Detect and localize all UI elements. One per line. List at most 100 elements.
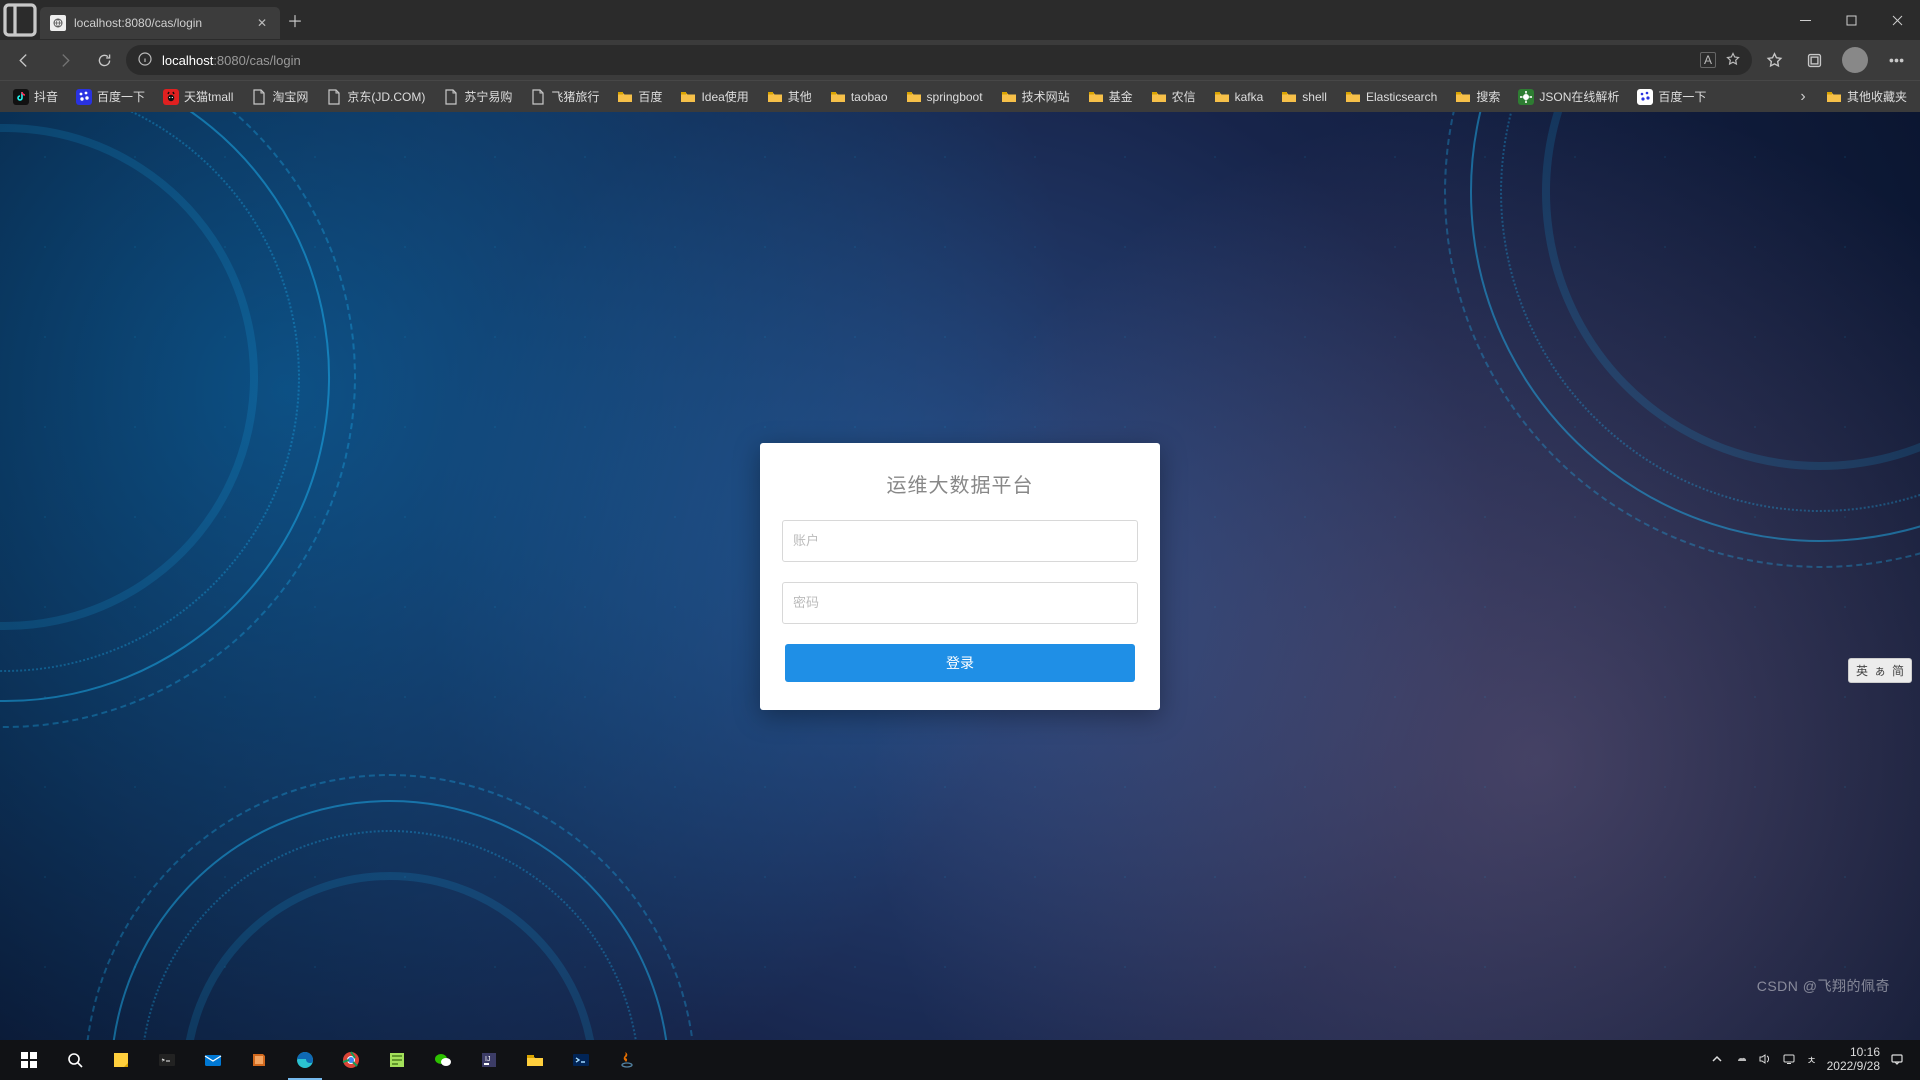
bookmark-item[interactable]: 飞猪旅行	[523, 84, 606, 109]
task-terminal[interactable]	[144, 1040, 190, 1080]
browser-toolbar: localhost:8080/cas/login A	[0, 40, 1920, 80]
window-minimize-button[interactable]	[1782, 0, 1828, 40]
new-tab-button[interactable]: ＋	[280, 5, 310, 35]
tray-chevron-icon[interactable]	[1710, 1052, 1724, 1069]
bookmark-item[interactable]: 技术网站	[994, 84, 1077, 109]
task-sticky-notes[interactable]	[98, 1040, 144, 1080]
bookmark-label: Elasticsearch	[1366, 90, 1437, 104]
bookmark-item[interactable]: kafka	[1207, 85, 1271, 109]
bookmark-item[interactable]: springboot	[899, 85, 990, 109]
bookmark-item[interactable]: 淘宝网	[244, 84, 315, 109]
favorites-button[interactable]	[1756, 44, 1792, 76]
task-notepadpp[interactable]	[374, 1040, 420, 1080]
folder-icon	[617, 89, 633, 105]
bookmark-overflow[interactable]: 其他收藏夹	[1819, 84, 1914, 109]
ime-mode-icon: ぁ	[1874, 662, 1886, 679]
window-close-button[interactable]	[1874, 0, 1920, 40]
bookmark-label: 技术网站	[1022, 88, 1070, 105]
tray-network-icon[interactable]	[1782, 1052, 1796, 1069]
bookmark-label: taobao	[851, 90, 888, 104]
task-book[interactable]	[236, 1040, 282, 1080]
bookmark-label: 搜索	[1476, 88, 1500, 105]
folder-icon	[680, 89, 696, 105]
bookmark-item[interactable]: Idea使用	[673, 84, 755, 109]
bookmark-label: Idea使用	[701, 88, 748, 105]
site-info-icon[interactable]	[138, 52, 152, 69]
read-aloud-icon[interactable]: A	[1700, 52, 1716, 68]
task-powershell[interactable]	[558, 1040, 604, 1080]
tray-clock[interactable]: 10:16 2022/9/28	[1827, 1046, 1880, 1074]
task-chrome[interactable]	[328, 1040, 374, 1080]
window-maximize-button[interactable]	[1828, 0, 1874, 40]
bookmark-label: 抖音	[34, 88, 58, 105]
favorite-star-icon[interactable]	[1726, 52, 1740, 69]
task-mail[interactable]	[190, 1040, 236, 1080]
start-button[interactable]	[6, 1040, 52, 1080]
bookmark-label: 飞猪旅行	[551, 88, 599, 105]
bookmark-item[interactable]: 百度一下	[1630, 84, 1713, 109]
system-tray[interactable]: ㅊ 10:16 2022/9/28	[1710, 1046, 1914, 1074]
search-button[interactable]	[52, 1040, 98, 1080]
folder-icon	[830, 89, 846, 105]
site-icon	[76, 89, 92, 105]
bookmark-label: 百度	[638, 88, 662, 105]
folder-icon	[906, 89, 922, 105]
ime-indicator[interactable]: 英 ぁ 简	[1848, 658, 1912, 683]
bookmark-item[interactable]: Elasticsearch	[1338, 85, 1444, 109]
windows-taskbar: IJ ㅊ 10:16 2022/9/28	[0, 1040, 1920, 1080]
tray-notifications-icon[interactable]	[1890, 1052, 1904, 1069]
password-input[interactable]	[782, 582, 1138, 624]
bookmark-label: 京东(JD.COM)	[347, 88, 425, 105]
task-wechat[interactable]	[420, 1040, 466, 1080]
task-edge[interactable]	[282, 1040, 328, 1080]
bookmark-item[interactable]: 其他	[760, 84, 819, 109]
tab-close-button[interactable]: ✕	[254, 16, 270, 30]
bookmark-item[interactable]: 天猫tmall	[156, 84, 240, 109]
bookmark-item[interactable]: 苏宁易购	[436, 84, 519, 109]
task-java[interactable]	[604, 1040, 650, 1080]
profile-avatar[interactable]	[1842, 47, 1868, 73]
bg-ring	[1379, 112, 1920, 633]
address-bar[interactable]: localhost:8080/cas/login A	[126, 45, 1752, 75]
page-icon	[530, 89, 546, 105]
forward-button[interactable]	[46, 44, 82, 76]
bookmarks-bar: 抖音百度一下天猫tmall淘宝网京东(JD.COM)苏宁易购飞猪旅行百度Idea…	[0, 80, 1920, 112]
bookmark-item[interactable]: 百度	[610, 84, 669, 109]
refresh-button[interactable]	[86, 44, 122, 76]
bookmark-label: 淘宝网	[272, 88, 308, 105]
bookmark-item[interactable]: 基金	[1081, 84, 1140, 109]
back-button[interactable]	[6, 44, 42, 76]
folder-icon	[1214, 89, 1230, 105]
username-input[interactable]	[782, 520, 1138, 562]
collections-button[interactable]	[1796, 44, 1832, 76]
tray-onedrive-icon[interactable]	[1734, 1052, 1748, 1069]
bookmark-item[interactable]: 搜索	[1448, 84, 1507, 109]
tray-ime-icon[interactable]: ㅊ	[1806, 1052, 1816, 1068]
task-explorer[interactable]	[512, 1040, 558, 1080]
tray-volume-icon[interactable]	[1758, 1052, 1772, 1069]
bookmark-item[interactable]: 抖音	[6, 84, 65, 109]
page-content: 运维大数据平台 登录 英 ぁ 简 CSDN @飞翔的佩奇	[0, 112, 1920, 1040]
login-button[interactable]: 登录	[785, 644, 1135, 682]
bookmark-item[interactable]: 百度一下	[69, 84, 152, 109]
bookmark-overflow-chevron-icon[interactable]: ›	[1791, 88, 1815, 106]
bookmark-item[interactable]: JSON在线解析	[1511, 84, 1626, 109]
bookmark-item[interactable]: shell	[1274, 85, 1334, 109]
bookmark-item[interactable]: 京东(JD.COM)	[319, 84, 432, 109]
tray-date: 2022/9/28	[1827, 1060, 1880, 1074]
folder-icon	[1345, 89, 1361, 105]
bookmark-label: 百度一下	[97, 88, 145, 105]
tab-actions-button[interactable]	[0, 0, 40, 40]
task-idea[interactable]: IJ	[466, 1040, 512, 1080]
login-card: 运维大数据平台 登录	[760, 443, 1160, 710]
settings-menu-button[interactable]	[1878, 44, 1914, 76]
folder-icon	[767, 89, 783, 105]
bookmark-item[interactable]: 农信	[1144, 84, 1203, 109]
browser-tab[interactable]: localhost:8080/cas/login ✕	[40, 7, 280, 39]
bookmark-item[interactable]: taobao	[823, 85, 895, 109]
bookmark-label: 苏宁易购	[464, 88, 512, 105]
bookmark-label: 百度一下	[1658, 88, 1706, 105]
bookmark-label: shell	[1302, 90, 1327, 104]
tab-title: localhost:8080/cas/login	[74, 16, 246, 30]
bookmark-label: JSON在线解析	[1539, 88, 1619, 105]
